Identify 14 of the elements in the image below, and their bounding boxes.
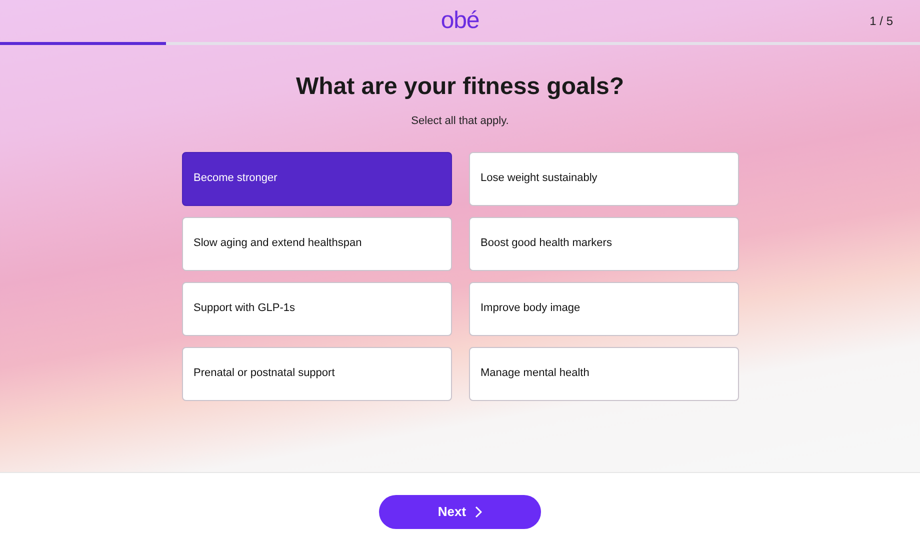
goal-option[interactable]: Prenatal or postnatal support bbox=[182, 346, 452, 400]
logo: obé bbox=[440, 6, 480, 36]
chevron-right-icon bbox=[474, 506, 482, 518]
next-button[interactable]: Next bbox=[379, 494, 541, 528]
step-counter: 1 / 5 bbox=[870, 13, 893, 30]
subtitle: Select all that apply. bbox=[410, 114, 510, 129]
goal-option[interactable]: Improve body image bbox=[468, 282, 738, 336]
goal-option[interactable]: Support with GLP-1s bbox=[182, 282, 452, 336]
goal-option[interactable]: Manage mental health bbox=[468, 346, 738, 400]
goal-option[interactable]: Slow aging and extend healthspan bbox=[182, 216, 452, 270]
goal-option[interactable]: Boost good health markers bbox=[468, 216, 738, 270]
goal-option[interactable]: Become stronger bbox=[182, 152, 452, 206]
goal-option[interactable]: Lose weight sustainably bbox=[468, 152, 738, 206]
page-title: What are your fitness goals? bbox=[294, 72, 626, 102]
